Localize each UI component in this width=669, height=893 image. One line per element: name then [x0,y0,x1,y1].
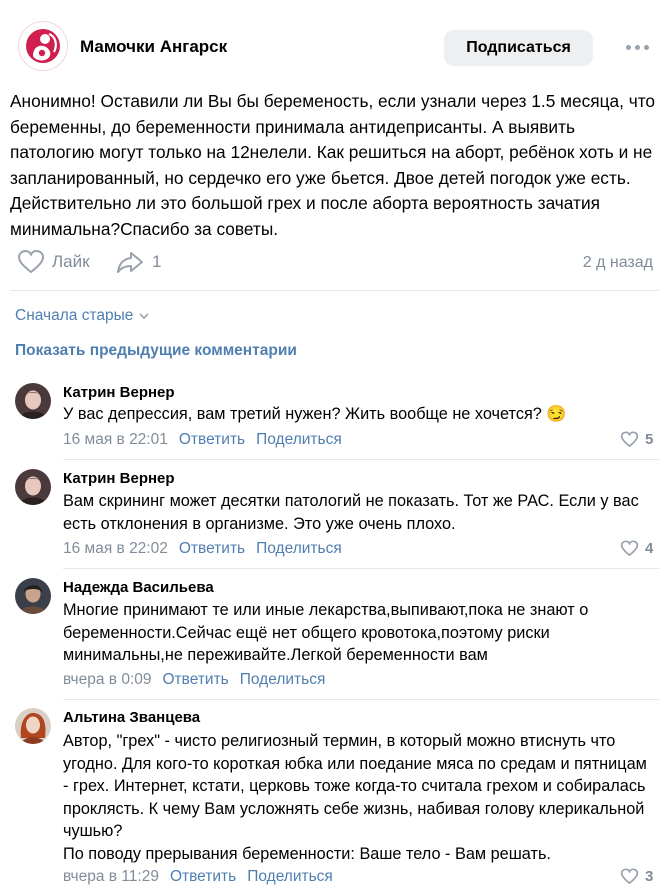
group-logo-icon [26,29,60,63]
comment-date[interactable]: вчера в 0:09 [63,671,152,689]
share-comment-button[interactable]: Поделиться [256,540,342,558]
group-name[interactable]: Мамочки Ангарск [80,37,227,57]
comment-author[interactable]: Катрин Вернер [63,470,175,487]
heart-icon [620,431,639,448]
reply-button[interactable]: Ответить [170,868,236,886]
user-avatar-icon [15,469,51,505]
comment-author[interactable]: Надежда Васильева [63,579,214,596]
avatar[interactable] [15,469,51,505]
comment-text: Автор, "грех" - чисто религиозный термин… [63,732,647,863]
share-comment-button[interactable]: Поделиться [247,868,333,886]
avatar[interactable] [15,383,51,419]
like-label: Лайк [52,252,90,271]
user-avatar-icon [15,578,51,614]
share-comment-button[interactable]: Поделиться [240,671,326,689]
comment-like-button[interactable]: 3 [620,868,653,885]
heart-icon [620,868,639,885]
comment-like-count: 4 [645,540,654,557]
heart-icon [620,540,639,557]
chevron-down-icon [139,313,149,320]
share-icon [117,252,143,273]
reply-button[interactable]: Ответить [179,540,245,558]
comment-divider [63,568,659,569]
reply-button[interactable]: Ответить [179,431,245,449]
share-comment-button[interactable]: Поделиться [256,431,342,449]
user-avatar-icon [15,383,51,419]
group-avatar[interactable] [18,21,68,71]
comment-like-button[interactable]: 4 [620,540,653,557]
post-time[interactable]: 2 д назад [560,254,653,272]
comment-meta: 16 мая в 22:01 Ответить Поделиться [63,431,342,449]
heart-icon [17,249,45,274]
comment-author[interactable]: Альтина Званцева [63,709,200,726]
more-icon[interactable] [620,35,654,59]
avatar[interactable] [15,708,51,744]
like-button[interactable]: Лайк [17,249,90,275]
user-avatar-icon [15,708,51,744]
comment-meta: 16 мая в 22:02 Ответить Поделиться [63,540,342,558]
share-button[interactable]: 1 [116,249,161,275]
sort-order-label: Сначала старые [15,307,134,324]
avatar[interactable] [15,578,51,614]
comment-like-count: 5 [645,431,654,448]
comment-divider [63,459,659,460]
show-previous-comments-link[interactable]: Показать предыдущие комментарии [15,342,297,360]
post-text: Анонимно! Оставили ли Вы бы беременость,… [10,91,656,239]
comment-divider [63,699,659,700]
reply-button[interactable]: Ответить [163,671,229,689]
comment-text: Многие принимают те или иные лекарства,в… [63,601,589,664]
comment-date[interactable]: 16 мая в 22:02 [63,540,168,558]
divider [10,290,659,291]
comment-like-count: 3 [645,868,654,885]
comment-text: У вас депрессия, вам третий нужен? Жить … [63,405,567,423]
subscribe-button[interactable]: Подписаться [444,30,593,66]
comment-text: Вам скрининг может десятки патологий не … [63,492,639,533]
comment-author[interactable]: Катрин Вернер [63,384,175,401]
sort-order-dropdown[interactable]: Сначала старые [15,307,151,325]
share-count: 1 [152,252,162,271]
comment-like-button[interactable]: 5 [620,431,653,448]
comment-date[interactable]: 16 мая в 22:01 [63,431,168,449]
comment-date[interactable]: вчера в 11:29 [63,868,159,886]
comment-meta: вчера в 11:29 Ответить Поделиться [63,868,333,886]
comment-meta: вчера в 0:09 Ответить Поделиться [63,671,325,689]
